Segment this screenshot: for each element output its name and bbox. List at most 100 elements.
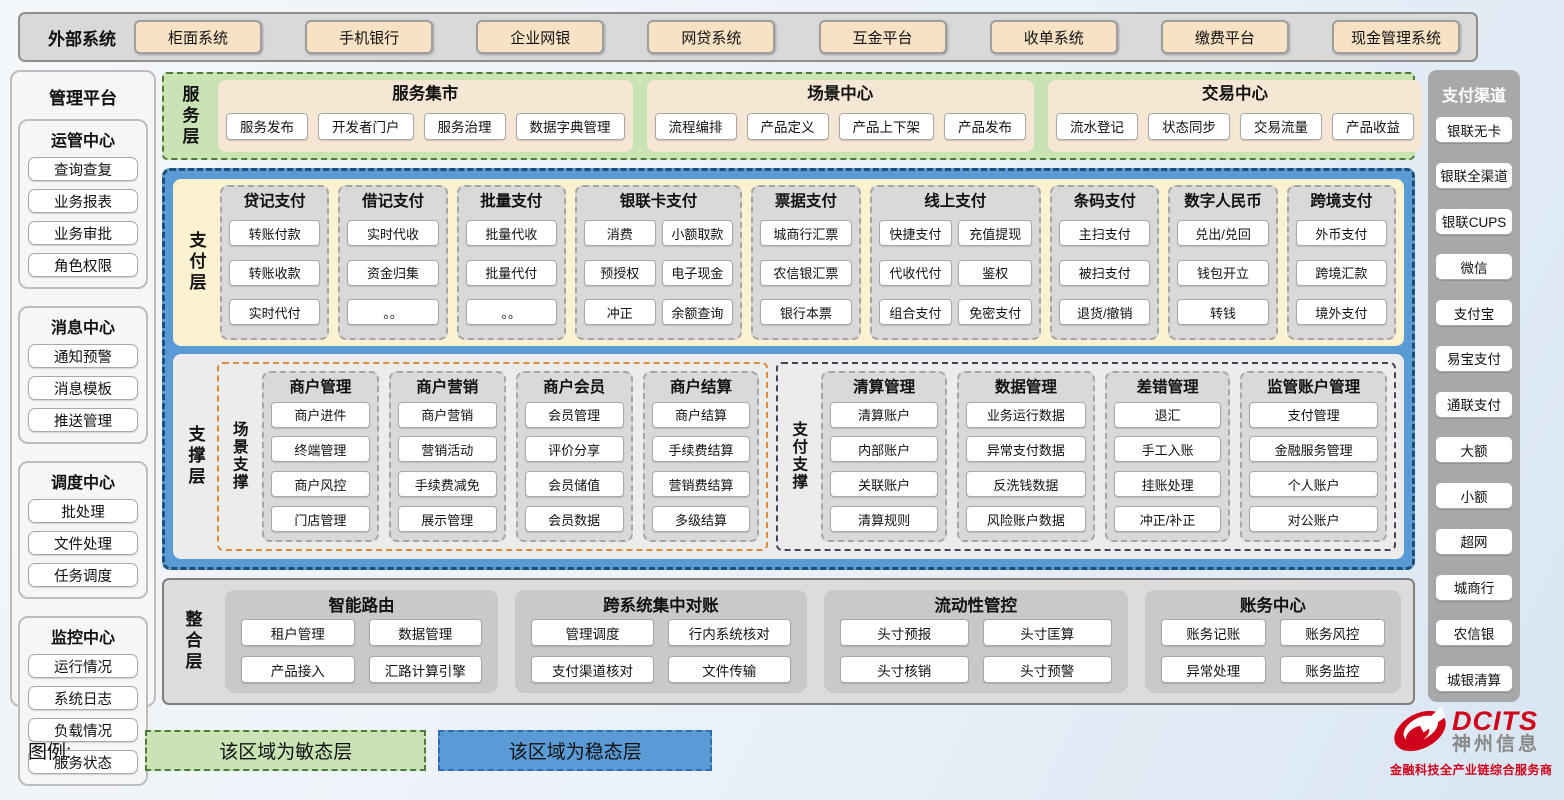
- list-item: 商户营销: [398, 402, 497, 428]
- column-title: 贷记支付: [229, 189, 320, 215]
- list-item: 查询查复: [28, 157, 138, 181]
- list-item: 钱包开立: [1177, 260, 1268, 286]
- column-items: 业务运行数据 异常支付数据 反洗钱数据 风险账户数据: [966, 401, 1086, 533]
- integration-layer-label: 整合层: [176, 588, 208, 695]
- column-items: 清算账户 内部账户 关联账户 清算规则: [830, 401, 937, 533]
- payment-column-unionpay-card: 银联卡支付 消费 小额取款 预授权 电子现金 冲正 余额查询: [575, 185, 742, 340]
- channel-item: 农信银: [1435, 619, 1513, 646]
- group-items: 批处理 文件处理 任务调度: [28, 499, 138, 587]
- section-items: 流程编排 产品定义 产品上下架 产品发布: [655, 106, 1027, 146]
- list-item: 服务发布: [226, 113, 308, 140]
- list-item: 异常处理: [1161, 656, 1266, 683]
- channel-item: 银联全渠道: [1435, 162, 1513, 189]
- list-item: 挂账处理: [1114, 471, 1221, 497]
- support-column-merchant-settle: 商户结算 商户结算 手续费结算 营销费结算 多级结算: [643, 371, 760, 542]
- column-title: 借记支付: [347, 189, 438, 215]
- list-item: 头寸核销: [840, 656, 969, 683]
- list-item: 消费: [584, 220, 656, 246]
- list-item: 批量代付: [466, 260, 557, 286]
- support-column-merchant-marketing: 商户营销 商户营销 营销活动 手续费减免 展示管理: [389, 371, 506, 542]
- management-group-scheduling: 调度中心 批处理 文件处理 任务调度: [18, 461, 148, 599]
- group-title: 消息中心: [28, 311, 138, 344]
- list-item: 消息模板: [28, 376, 138, 400]
- list-item: 租户管理: [241, 619, 355, 646]
- list-item: 营销费结算: [652, 471, 751, 497]
- group-title: 运管中心: [28, 124, 138, 157]
- legend-label: 图例:: [28, 737, 71, 764]
- list-item: 账务监控: [1280, 656, 1385, 683]
- list-item: 内部账户: [830, 436, 937, 462]
- column-items: 批量代收 批量代付 。。: [466, 215, 557, 331]
- payment-channels-panel: 支付渠道 银联无卡 银联全渠道 银联CUPS 微信 支付宝 易宝支付 通联支付 …: [1428, 70, 1520, 702]
- column-title: 商户结算: [652, 375, 751, 401]
- list-item: 关联账户: [830, 471, 937, 497]
- list-item: 余额查询: [662, 299, 734, 325]
- column-title: 票据支付: [760, 189, 851, 215]
- list-item: 会员管理: [525, 402, 624, 428]
- list-item: 流水登记: [1056, 113, 1138, 140]
- integration-layer-band: 整合层 智能路由 租户管理 数据管理 产品接入 汇路计算引擎 跨系统集中对账 管…: [162, 578, 1415, 705]
- channel-item: 银联无卡: [1435, 116, 1513, 143]
- list-item: 电子现金: [662, 260, 734, 286]
- list-item: 账务记账: [1161, 619, 1266, 646]
- column-title: 清算管理: [830, 375, 937, 401]
- list-item: 数据管理: [369, 619, 483, 646]
- support-section-payment: 支付支撑 清算管理 清算账户 内部账户 关联账户 清算规则 数据管理 业务运行数…: [776, 362, 1396, 551]
- list-item: 产品上下架: [839, 113, 935, 140]
- channel-item: 小额: [1435, 482, 1513, 509]
- column-title: 商户营销: [398, 375, 497, 401]
- column-items: 商户营销 营销活动 手续费减免 展示管理: [398, 401, 497, 533]
- list-item: 交易流量: [1240, 113, 1322, 140]
- column-items: 快捷支付 充值提现 代收代付 鉴权 组合支付 免密支付: [879, 215, 1033, 331]
- list-item: 产品收益: [1332, 113, 1414, 140]
- service-layer-label: 服务层: [174, 80, 204, 152]
- service-section-market: 服务集市 服务发布 开发者门户 服务治理 数据字典管理: [218, 80, 633, 152]
- list-item: 手续费减免: [398, 471, 497, 497]
- list-item: 对公账户: [1249, 506, 1378, 532]
- list-item: 头寸匡算: [983, 619, 1112, 646]
- list-item: 通知预警: [28, 344, 138, 368]
- list-item: 系统日志: [28, 686, 138, 710]
- logo-company-name: 神州信息: [1452, 735, 1540, 755]
- channel-item: 大额: [1435, 436, 1513, 463]
- service-section-scene: 场景中心 流程编排 产品定义 产品上下架 产品发布: [647, 80, 1035, 152]
- payment-column-online: 线上支付 快捷支付 充值提现 代收代付 鉴权 组合支付 免密支付: [870, 185, 1042, 340]
- payment-support-label: 支付支撑: [785, 371, 811, 542]
- list-item: 免密支付: [958, 299, 1032, 325]
- list-item: 转账付款: [229, 220, 320, 246]
- list-item: 被扫支付: [1059, 260, 1150, 286]
- list-item: 产品接入: [241, 656, 355, 683]
- list-item: 展示管理: [398, 506, 497, 532]
- list-item: 风险账户数据: [966, 506, 1086, 532]
- list-item: 手续费结算: [652, 436, 751, 462]
- list-item: 手工入账: [1114, 436, 1221, 462]
- list-item: 银行本票: [760, 299, 851, 325]
- list-item: 跨境汇款: [1296, 260, 1387, 286]
- logo-brand: DCITS: [1452, 707, 1540, 735]
- list-item: 运行情况: [28, 654, 138, 678]
- payment-column-credit: 贷记支付 转账付款 转账收款 实时代付: [220, 185, 329, 340]
- section-items: 流水登记 状态同步 交易流量 产品收益: [1056, 106, 1414, 146]
- payment-column-barcode: 条码支付 主扫支付 被扫支付 退货/撤销: [1050, 185, 1159, 340]
- list-item: 外币支付: [1296, 220, 1387, 246]
- list-item: 多级结算: [652, 506, 751, 532]
- integration-section-accounting: 账务中心 账务记账 账务风控 异常处理 账务监控: [1145, 590, 1401, 693]
- dcits-swirl-icon: [1390, 704, 1450, 758]
- column-items: 实时代收 资金归集 。。: [347, 215, 438, 331]
- list-item: 实时代付: [229, 299, 320, 325]
- column-items: 外币支付 跨境汇款 境外支付: [1296, 215, 1387, 331]
- column-title: 数据管理: [966, 375, 1086, 401]
- list-item: 状态同步: [1148, 113, 1230, 140]
- list-item: 兑出/兑回: [1177, 220, 1268, 246]
- list-item: 流程编排: [655, 113, 737, 140]
- channel-item: 易宝支付: [1435, 345, 1513, 372]
- integration-section-routing: 智能路由 租户管理 数据管理 产品接入 汇路计算引擎: [225, 590, 498, 693]
- section-items: 服务发布 开发者门户 服务治理 数据字典管理: [226, 106, 625, 146]
- section-title: 服务集市: [226, 82, 625, 106]
- section-title: 场景中心: [655, 82, 1027, 106]
- external-system-item: 柜面系统: [134, 20, 262, 54]
- list-item: 批量代收: [466, 220, 557, 246]
- list-item: 小额取款: [662, 220, 734, 246]
- list-item: 业务报表: [28, 189, 138, 213]
- list-item: 数据字典管理: [516, 113, 625, 140]
